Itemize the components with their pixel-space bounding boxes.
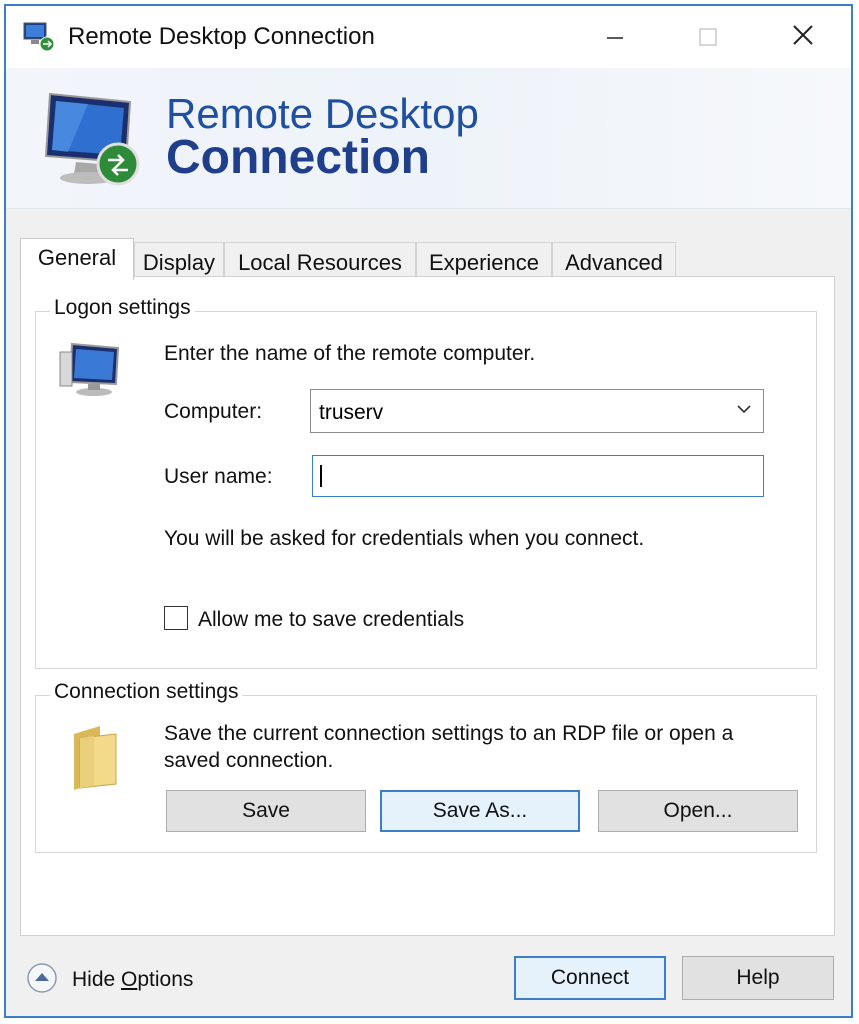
remote-desktop-icon — [23, 22, 55, 52]
window-title: Remote Desktop Connection — [68, 23, 375, 50]
minimize-icon — [607, 37, 623, 39]
header-banner: Remote Desktop Connection — [6, 68, 851, 209]
username-label: User name: — [164, 465, 273, 488]
minimize-button[interactable] — [590, 18, 640, 58]
folder-icon — [74, 726, 117, 790]
computer-label: Computer: — [164, 400, 263, 423]
maximize-button[interactable] — [683, 18, 733, 58]
help-button-label: Help — [736, 966, 780, 989]
connection-settings-legend: Connection settings — [50, 680, 243, 704]
tab-display[interactable]: Display — [134, 242, 224, 278]
save-credentials-label[interactable]: Allow me to save credentials — [198, 608, 464, 632]
save-as-button[interactable]: Save As... — [380, 790, 580, 832]
logon-instruction: Enter the name of the remote computer. — [164, 342, 536, 365]
credentials-note: You will be asked for credentials when y… — [164, 527, 645, 550]
hide-options-suffix: ptions — [137, 968, 194, 991]
save-as-button-label: Save As... — [432, 799, 528, 822]
general-tab-panel: Logon settings Enter the name of the rem… — [20, 276, 835, 936]
close-icon — [793, 25, 813, 45]
save-button-label: Save — [242, 799, 290, 822]
help-button[interactable]: Help — [682, 956, 834, 1000]
close-button[interactable] — [778, 18, 828, 58]
connection-description-line2: saved connection. — [164, 749, 334, 772]
tab-advanced[interactable]: Advanced — [552, 242, 676, 278]
connection-description-line1: Save the current connection settings to … — [164, 722, 734, 745]
open-button[interactable]: Open... — [598, 790, 798, 832]
chevron-down-icon[interactable] — [737, 402, 751, 416]
hide-options-accelerator: O — [121, 968, 138, 991]
logon-settings-legend: Logon settings — [50, 296, 195, 320]
save-credentials-checkbox[interactable] — [164, 606, 188, 630]
connect-button[interactable]: Connect — [514, 956, 666, 1000]
open-button-label: Open... — [663, 799, 733, 822]
monitor-connection-icon — [44, 92, 140, 186]
hide-options-prefix: Hide — [72, 968, 122, 991]
hide-options-link[interactable]: Hide Options — [72, 968, 193, 992]
connection-settings-group: Connection settings Save the current con… — [35, 680, 817, 853]
rdc-window: Remote Desktop Connection Remote Desktop… — [4, 4, 853, 1018]
computer-icon — [59, 342, 120, 396]
banner-title-line2: Connection — [166, 131, 430, 184]
computer-value: truserv — [319, 401, 384, 424]
logon-settings-group: Logon settings Enter the name of the rem… — [35, 296, 817, 669]
tab-experience[interactable]: Experience — [416, 242, 552, 278]
save-button[interactable]: Save — [166, 790, 366, 832]
text-caret — [320, 465, 322, 487]
chevron-up-circle-icon[interactable] — [26, 962, 58, 994]
maximize-icon — [699, 28, 717, 46]
title-bar[interactable]: Remote Desktop Connection — [6, 6, 851, 68]
tab-general[interactable]: General — [20, 238, 134, 280]
connect-button-label: Connect — [550, 966, 630, 989]
computer-combobox[interactable]: truserv — [310, 389, 764, 433]
tab-local-resources[interactable]: Local Resources — [224, 242, 416, 278]
username-field[interactable] — [312, 455, 764, 497]
